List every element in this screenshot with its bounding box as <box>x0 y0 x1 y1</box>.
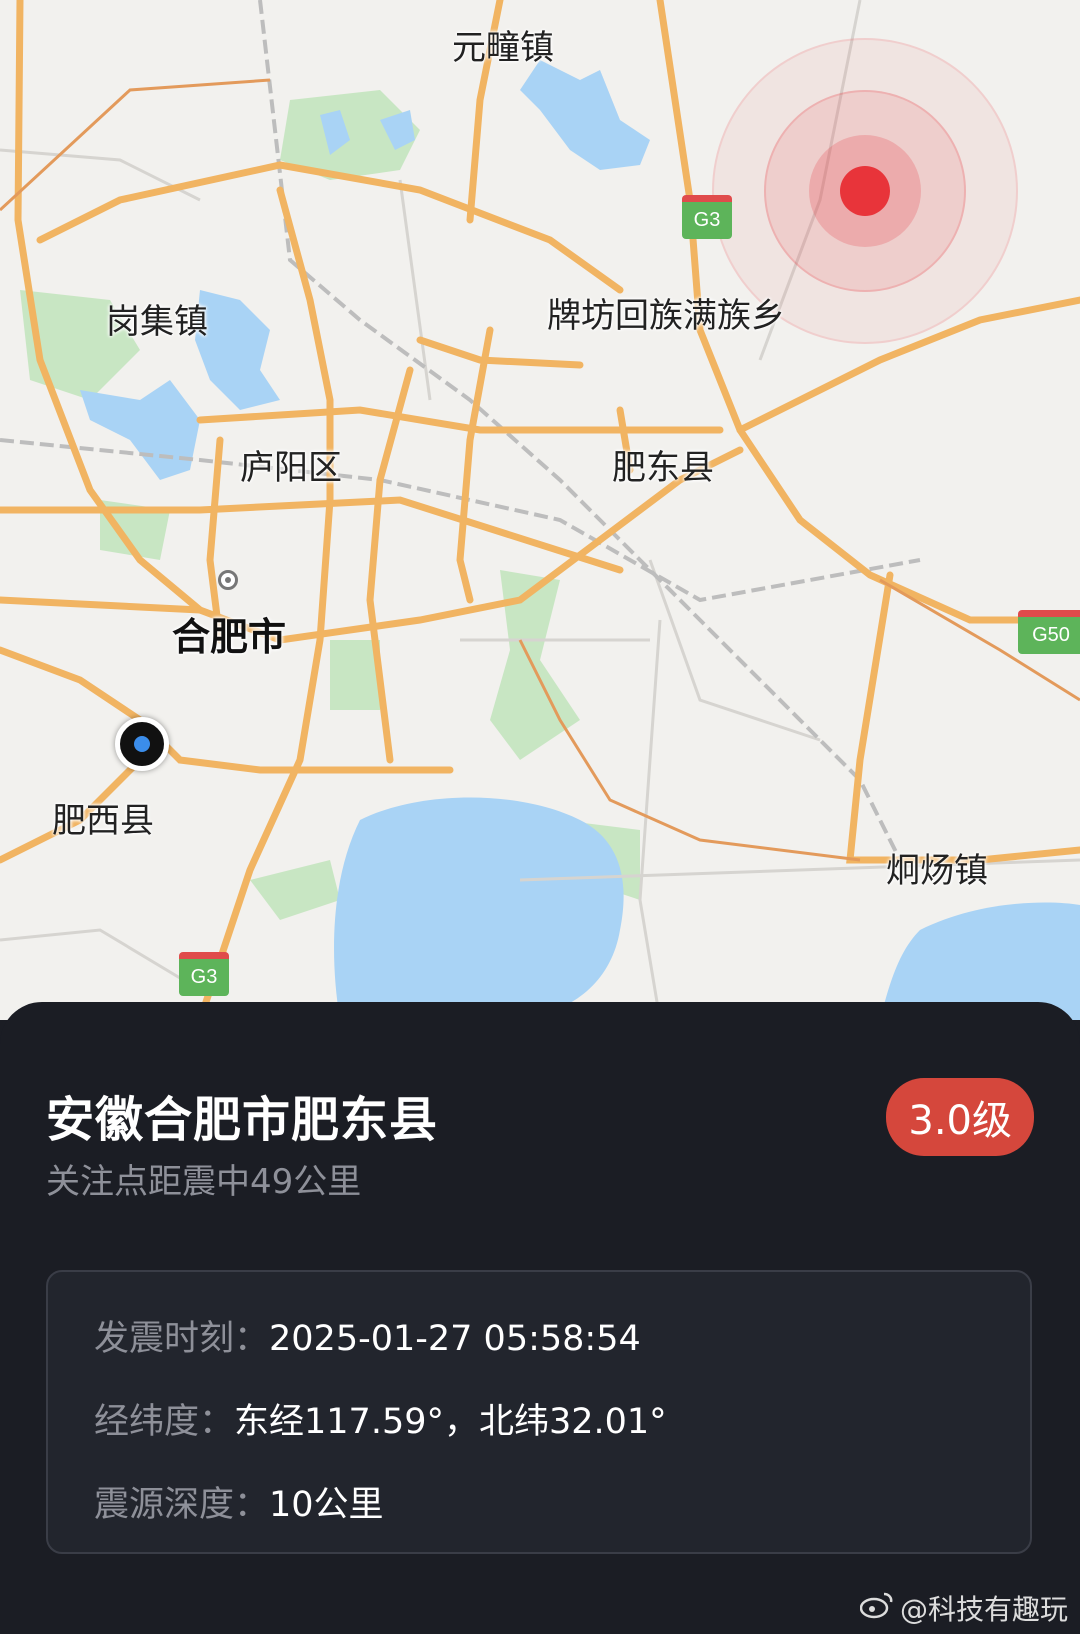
poi-marker-icon[interactable] <box>218 570 238 590</box>
depth-value: 10公里 <box>269 1485 384 1525</box>
highway-shield-g50: G50 <box>1018 610 1080 654</box>
distance-text: 关注点距震中49公里 <box>46 1162 362 1202</box>
time-label: 发震时刻： <box>94 1319 270 1359</box>
highway-shield-g3-top: G3 <box>682 195 732 239</box>
place-label-luyang: 庐阳区 <box>240 448 342 488</box>
detail-row-coordinates: 经纬度：东经117.59°，北纬32.01° <box>94 1393 667 1444</box>
watermark-text: @科技有趣玩 <box>899 1593 1068 1626</box>
details-box: 发震时刻：2025-01-27 05:58:54 经纬度：东经117.59°，北… <box>46 1270 1032 1554</box>
place-label-yuantong: 元疃镇 <box>452 28 554 68</box>
location-title: 安徽合肥市肥东县 <box>46 1092 439 1148</box>
detail-row-time: 发震时刻：2025-01-27 05:58:54 <box>94 1310 641 1361</box>
watermark: @科技有趣玩 <box>859 1588 1068 1628</box>
detail-row-depth: 震源深度：10公里 <box>94 1476 384 1527</box>
place-label-hefei: 合肥市 <box>172 615 287 659</box>
weibo-icon <box>859 1591 894 1626</box>
map-view[interactable]: G3 G3 G50 元疃镇 岗集镇 牌坊回族满族乡 庐阳区 肥东县 合肥市 肥西… <box>0 0 1080 1020</box>
current-location-pin[interactable] <box>115 717 169 771</box>
place-label-paifang: 牌坊回族满族乡 <box>547 296 785 336</box>
place-label-feidong: 肥东县 <box>612 448 714 488</box>
coordinates-label: 经纬度： <box>94 1402 235 1442</box>
epicenter-dot <box>840 166 890 216</box>
place-label-tongyang: 炯炀镇 <box>886 851 988 891</box>
highway-shield-g3-bottom: G3 <box>179 952 229 996</box>
coordinates-value: 东经117.59°，北纬32.01° <box>234 1402 667 1442</box>
place-label-gangji: 岗集镇 <box>106 302 208 342</box>
place-label-feixi: 肥西县 <box>52 801 154 841</box>
depth-label: 震源深度： <box>94 1485 270 1525</box>
earthquake-info-panel: 安徽合肥市肥东县 3.0级 关注点距震中49公里 发震时刻：2025-01-27… <box>0 1002 1080 1634</box>
magnitude-badge: 3.0级 <box>886 1078 1034 1156</box>
time-value: 2025-01-27 05:58:54 <box>269 1319 641 1359</box>
